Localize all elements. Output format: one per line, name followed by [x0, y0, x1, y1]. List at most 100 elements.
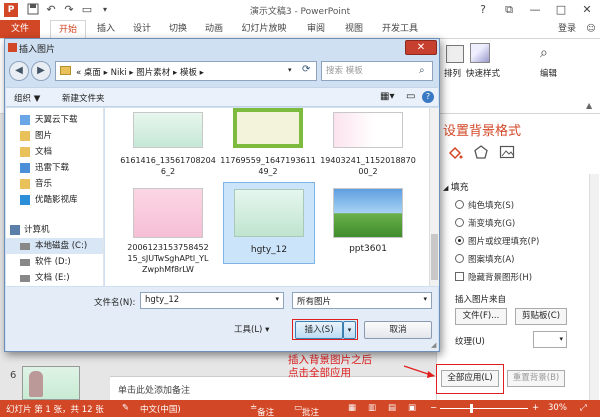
preview-pane-icon[interactable]: ▭ — [406, 91, 415, 102]
insert-dropdown-button[interactable]: ▾ — [343, 321, 356, 339]
nav-thunder-downloads[interactable]: 迅雷下载 — [6, 160, 103, 176]
nav-drive-d[interactable]: 软件 (D:) — [6, 254, 103, 270]
minimize-button[interactable]: — — [522, 0, 548, 20]
view-options-icon[interactable]: ▦▾ — [380, 91, 394, 102]
nav-cloud-downloads[interactable]: 天翼云下载 — [6, 112, 103, 128]
edit-icon[interactable]: ⌕ — [540, 45, 548, 61]
start-slideshow-icon[interactable]: ▭ — [80, 3, 94, 17]
texture-dropdown[interactable]: ▾ — [533, 331, 567, 348]
search-icon[interactable]: ⌕ — [419, 65, 425, 76]
nav-drive-e[interactable]: 文档 (E:) — [6, 270, 103, 286]
spellcheck-icon[interactable]: ✎ — [122, 403, 129, 413]
fit-to-window-icon[interactable]: ⤢ — [580, 403, 587, 413]
file-button[interactable]: 文件(F)... — [455, 308, 507, 325]
tab-view[interactable]: 视图 — [340, 20, 368, 38]
search-input[interactable]: 搜索 模板 — [321, 61, 433, 81]
back-arrow-icon[interactable]: ◀ — [9, 61, 29, 81]
nav-documents[interactable]: 文档 — [6, 144, 103, 160]
picture-icon[interactable] — [499, 144, 515, 160]
reset-background-button[interactable]: 重置背景(B) — [507, 370, 565, 387]
hide-background-checkbox[interactable] — [455, 272, 464, 281]
arrange-label[interactable]: 排列 — [444, 67, 461, 79]
zoom-slider[interactable] — [440, 408, 528, 409]
organize-button[interactable]: 组织 ▼ — [14, 92, 40, 104]
notes-toggle[interactable]: ≐ 备注 — [250, 403, 274, 417]
pane-scrollbar[interactable] — [589, 174, 599, 400]
quick-styles-icon[interactable] — [470, 43, 490, 63]
clipboard-button[interactable]: 剪贴板(C) — [515, 308, 567, 325]
effects-pentagon-icon[interactable] — [473, 144, 489, 160]
login-link[interactable]: 登录 — [552, 20, 582, 38]
comments-toggle[interactable]: ▭ 批注 — [294, 403, 319, 417]
scrollbar-thumb[interactable] — [431, 234, 438, 280]
filename-dropdown-icon[interactable]: ▾ — [275, 295, 279, 303]
tab-developer[interactable]: 开发工具 — [378, 20, 422, 38]
breadcrumb-niki[interactable]: Niki — [111, 68, 127, 78]
file-item-selected[interactable]: hgty_12 — [223, 182, 315, 264]
breadcrumb-sep: ▸ — [170, 68, 180, 78]
filetype-select[interactable]: 所有图片 ▾ — [292, 292, 432, 309]
normal-view-icon[interactable]: ▦ — [348, 403, 356, 413]
zoom-out-icon[interactable]: − — [430, 403, 437, 413]
forward-arrow-icon[interactable]: ▶ — [31, 61, 51, 81]
slide-sorter-icon[interactable]: ▥ — [368, 403, 376, 413]
new-folder-button[interactable]: 新建文件夹 — [62, 92, 105, 104]
zoom-level[interactable]: 30% — [548, 403, 567, 413]
reading-view-icon[interactable]: ▤ — [388, 403, 396, 413]
apply-all-button[interactable]: 全部应用(L) — [441, 370, 499, 387]
language-indicator[interactable]: 中文(中国) — [140, 403, 181, 415]
maximize-button[interactable]: □ — [548, 0, 574, 20]
nav-pictures[interactable]: 图片 — [6, 128, 103, 144]
user-icon[interactable]: ☺ — [584, 20, 598, 38]
edit-label[interactable]: 编辑 — [540, 67, 557, 79]
help-button[interactable]: ? — [470, 0, 496, 20]
tab-animations[interactable]: 动画 — [200, 20, 228, 38]
tab-file[interactable]: 文件 — [0, 20, 40, 38]
tab-design[interactable]: 设计 — [128, 20, 156, 38]
tools-button[interactable]: 工具(L) ▾ — [234, 323, 269, 335]
address-bar[interactable]: « 桌面 ▸ Niki ▸ 图片素材 ▸ 模板 ▸ ▾ ⟳ — [55, 61, 317, 81]
notes-pane[interactable]: 单击此处添加备注 — [110, 376, 436, 400]
fill-bucket-icon[interactable] — [447, 144, 463, 160]
tab-transitions[interactable]: 切换 — [164, 20, 192, 38]
refresh-icon[interactable]: ⟳ — [302, 64, 310, 75]
tab-slideshow[interactable]: 幻灯片放映 — [236, 20, 292, 38]
breadcrumb-templates[interactable]: 模板 — [180, 68, 197, 78]
tab-review[interactable]: 审阅 — [302, 20, 330, 38]
cancel-button[interactable]: 取消 — [364, 321, 432, 339]
zoom-in-icon[interactable]: + — [532, 403, 539, 413]
collapse-ribbon-icon[interactable]: ▲ — [586, 101, 592, 110]
ribbon-display-options-button[interactable]: ⧉ — [496, 0, 522, 20]
insert-button[interactable]: 插入(S) — [295, 321, 343, 339]
undo-icon[interactable]: ↶ — [44, 3, 58, 17]
close-button[interactable]: ✕ — [574, 0, 600, 20]
breadcrumb-picture-assets[interactable]: 图片素材 — [136, 68, 170, 78]
zoom-thumb[interactable] — [470, 404, 473, 413]
slideshow-view-icon[interactable]: ▣ — [408, 403, 416, 413]
radio-solid-fill[interactable] — [455, 200, 464, 209]
radio-gradient-fill[interactable] — [455, 218, 464, 227]
radio-picture-fill[interactable] — [455, 236, 464, 245]
resize-grip-icon[interactable]: ◢ — [431, 341, 436, 349]
quick-styles-label[interactable]: 快速样式 — [466, 67, 500, 79]
breadcrumb-desktop[interactable]: 桌面 — [84, 68, 101, 78]
nav-drive-c[interactable]: 本地磁盘 (C:) — [6, 238, 103, 254]
arrange-icon[interactable] — [446, 45, 464, 63]
radio-pattern-fill[interactable] — [455, 254, 464, 263]
redo-icon[interactable]: ↷ — [62, 3, 76, 17]
slide-thumbnail[interactable] — [22, 366, 80, 400]
nav-music[interactable]: 音乐 — [6, 176, 103, 192]
customize-quick-access-icon[interactable]: ▾ — [98, 3, 112, 17]
dialog-close-button[interactable]: ✕ — [405, 40, 437, 55]
file-list-scrollbar[interactable] — [429, 108, 439, 286]
address-dropdown-icon[interactable]: ▾ — [288, 66, 292, 74]
tab-insert[interactable]: 插入 — [92, 20, 120, 38]
tab-home[interactable]: 开始 — [50, 20, 86, 38]
help-icon[interactable]: ? — [422, 91, 434, 103]
fill-section-header[interactable]: ◢ 填充 — [443, 180, 469, 193]
youku-folder-icon — [20, 195, 30, 205]
save-icon[interactable] — [26, 3, 40, 17]
nav-youku-library[interactable]: 优酷影视库 — [6, 192, 103, 208]
nav-computer[interactable]: 计算机 — [6, 222, 103, 238]
filename-input[interactable]: hgty_12 ▾ — [140, 292, 284, 309]
